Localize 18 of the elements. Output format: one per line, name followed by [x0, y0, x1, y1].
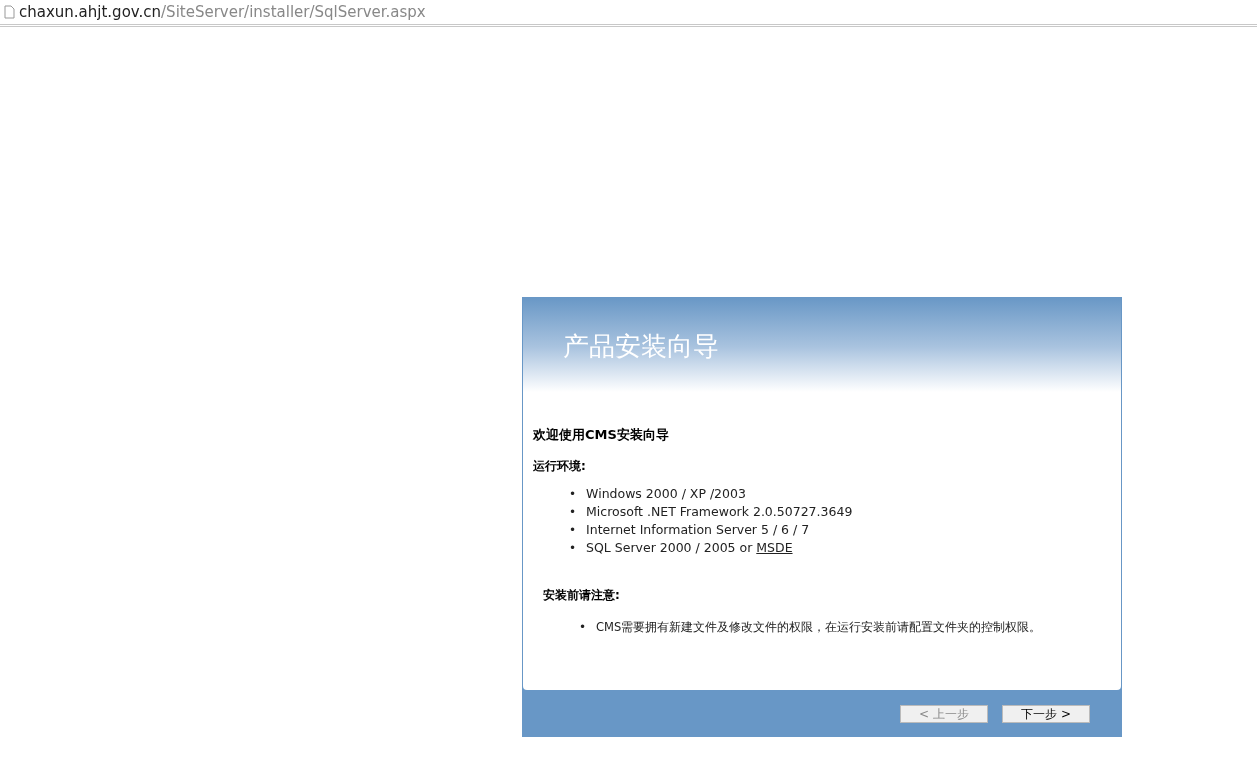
- requirement-item: Internet Information Server 5 / 6 / 7: [586, 521, 810, 539]
- bullet: •: [569, 540, 577, 557]
- page-icon: [4, 5, 15, 19]
- bullet: •: [569, 504, 577, 521]
- address-text[interactable]: chaxun.ahjt.gov.cn/SiteServer/installer/SqlServer.aspx: [19, 3, 426, 21]
- next-button[interactable]: 下一步 >: [1002, 704, 1090, 723]
- bullet: •: [579, 619, 587, 636]
- welcome-heading: 欢迎使用CMS安装向导: [533, 426, 669, 444]
- requirement-item: SQL Server 2000 / 2005 or MSDE: [586, 539, 793, 557]
- requirements-heading: 运行环境:: [533, 458, 586, 475]
- msde-link[interactable]: MSDE: [756, 540, 793, 555]
- requirement-item: Microsoft .NET Framework 2.0.50727.3649: [586, 503, 853, 521]
- bullet: •: [569, 522, 577, 539]
- requirement-item: Windows 2000 / XP /2003: [586, 485, 746, 503]
- notes-heading: 安装前请注意:: [543, 587, 620, 604]
- note-item: CMS需要拥有新建文件及修改文件的权限，在运行安装前请配置文件夹的控制权限。: [596, 619, 1042, 636]
- wizard-title: 产品安装向导: [562, 330, 719, 363]
- bullet: •: [569, 486, 577, 503]
